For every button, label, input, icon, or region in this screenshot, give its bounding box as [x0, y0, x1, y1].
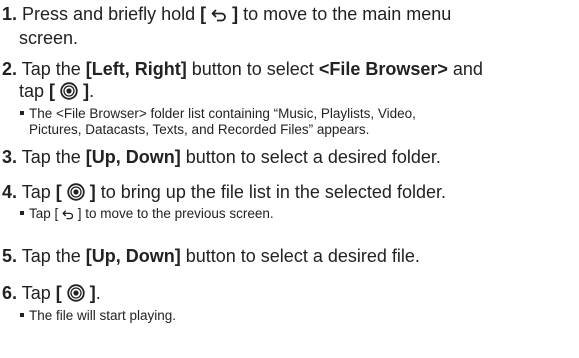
step-text: and — [447, 59, 483, 79]
step-text: . — [95, 283, 101, 303]
step-text: . — [89, 81, 95, 101]
step-4: 4. Tap [ ] to bring up the file list in … — [2, 181, 577, 206]
bullet-icon — [20, 111, 24, 115]
step-4-line: 4. Tap [ ] to bring up the file list in … — [2, 181, 577, 206]
step-1-line-2: screen. — [19, 28, 79, 48]
step-text: Tap — [21, 283, 56, 303]
step-text: tap — [19, 81, 50, 101]
step-text: Tap — [21, 182, 56, 202]
bracket: [ — [200, 4, 207, 24]
bullet-icon — [20, 313, 24, 317]
ok-button-icon — [67, 284, 85, 307]
step-number: 5. — [2, 246, 18, 266]
step-2-line-1: 2. Tap the [Left, Right] button to selec… — [2, 58, 577, 80]
ok-button-icon — [60, 82, 78, 105]
bullet-icon — [20, 211, 24, 215]
step-2-note: The <File Browser> folder list containin… — [20, 106, 416, 138]
up-down-button-label: [Up, Down] — [85, 246, 181, 266]
step-text: button to select a desired file. — [180, 246, 420, 266]
bracket: [ — [55, 283, 62, 303]
step-1-line-1: 1. Press and briefly hold [ ] to move to… — [2, 3, 577, 27]
step-text: button to select a desired folder. — [180, 147, 441, 167]
step-text: Tap the — [21, 147, 86, 167]
up-down-button-label: [Up, Down] — [85, 147, 181, 167]
step-5: 5. Tap the [Up, Down] button to select a… — [2, 245, 577, 267]
step-6-line: 6. Tap [ ]. — [2, 282, 577, 307]
step-5-line: 5. Tap the [Up, Down] button to select a… — [2, 245, 577, 267]
step-1: 1. Press and briefly hold [ ] to move to… — [2, 3, 577, 49]
step-text: button to select — [186, 59, 319, 79]
file-browser-label: <File Browser> — [318, 59, 448, 79]
note-text: Tap [ — [29, 206, 63, 221]
step-3-line: 3. Tap the [Up, Down] button to select a… — [2, 146, 577, 168]
note-text: ] to move to the previous screen. — [74, 206, 274, 221]
note-line-2: Pictures, Datacasts, Texts, and Recorded… — [29, 122, 370, 137]
step-text: Tap the — [21, 246, 86, 266]
note-text: The <File Browser> folder list containin… — [29, 106, 416, 121]
bracket: [ — [55, 182, 62, 202]
ok-button-icon — [67, 183, 85, 206]
step-6: 6. Tap [ ]. — [2, 282, 577, 307]
step-6-note: The file will start playing. — [20, 308, 176, 324]
step-text: to bring up the file list in the selecte… — [95, 182, 446, 202]
step-3: 3. Tap the [Up, Down] button to select a… — [2, 146, 577, 168]
note-text: The file will start playing. — [29, 308, 177, 323]
back-arrow-icon — [62, 208, 74, 224]
step-number: 6. — [2, 283, 18, 303]
note-line: The file will start playing. — [20, 308, 176, 323]
note-line: Tap [ ] to move to the previous screen. — [20, 206, 274, 221]
step-text: to move to the main menu — [238, 4, 452, 24]
left-right-button-label: [Left, Right] — [85, 59, 187, 79]
step-2-line-2: tap [ ]. — [2, 80, 577, 105]
back-arrow-icon — [211, 5, 227, 27]
step-number: 2. — [2, 59, 18, 79]
step-text: Tap the — [21, 59, 86, 79]
step-number: 3. — [2, 147, 18, 167]
step-4-note: Tap [ ] to move to the previous screen. — [20, 206, 274, 224]
note-line-1: The <File Browser> folder list containin… — [20, 106, 416, 121]
step-2: 2. Tap the [Left, Right] button to selec… — [2, 58, 577, 105]
step-number: 4. — [2, 182, 18, 202]
step-text: Press and briefly hold — [22, 4, 201, 24]
step-number: 1. — [2, 4, 18, 24]
bracket: [ — [49, 81, 56, 101]
